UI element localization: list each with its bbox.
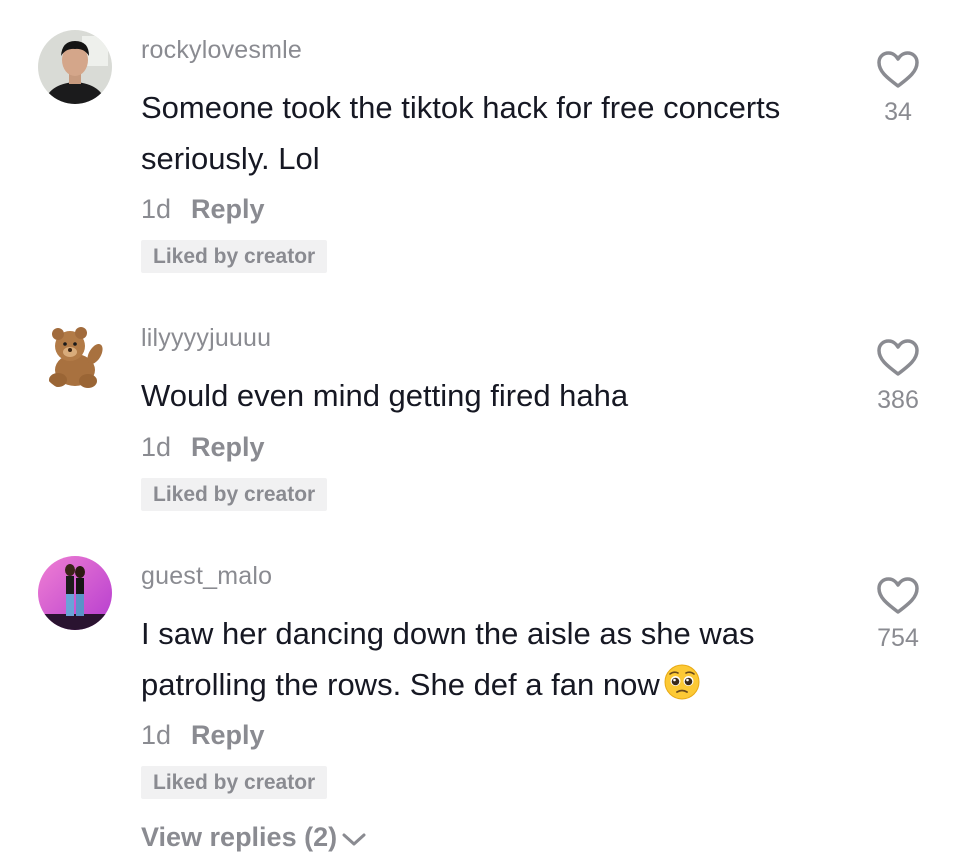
heart-outline-icon[interactable] — [876, 576, 920, 616]
comment-age: 1d — [141, 194, 172, 224]
comment-text: I saw her dancing down the aisle as she … — [141, 608, 841, 710]
comment-text-content: I saw her dancing down the aisle as she … — [141, 616, 755, 702]
avatar[interactable] — [38, 30, 112, 104]
avatar[interactable] — [38, 556, 112, 630]
view-replies-label: View replies (2) — [141, 822, 338, 852]
liked-by-creator-badge: Liked by creator — [141, 478, 328, 511]
comment-text: Someone took the tiktok hack for free co… — [141, 90, 781, 176]
liked-by-creator-badge: Liked by creator — [141, 240, 328, 273]
comment-meta: 1d Reply — [141, 432, 265, 463]
heart-outline-icon[interactable] — [876, 50, 920, 90]
liked-by-creator-badge: Liked by creator — [141, 766, 328, 799]
comment-username[interactable]: rockylovesmle — [141, 36, 302, 65]
comment-username[interactable]: lilyyyyjuuuu — [141, 324, 271, 353]
chevron-down-icon — [342, 833, 366, 846]
heart-outline-icon[interactable] — [876, 338, 920, 378]
pleading-face-emoji — [664, 664, 700, 700]
like-control: 754 — [868, 576, 928, 653]
avatar[interactable] — [38, 318, 112, 392]
comment-meta: 1d Reply — [141, 194, 265, 225]
like-count: 386 — [877, 386, 919, 414]
comment-age: 1d — [141, 720, 172, 750]
comment-meta: 1d Reply — [141, 720, 265, 751]
like-count: 754 — [877, 624, 919, 652]
comment-age: 1d — [141, 432, 172, 462]
view-replies-button[interactable]: View replies (2) — [141, 822, 367, 853]
like-control: 34 — [868, 50, 928, 127]
reply-button[interactable]: Reply — [191, 720, 265, 750]
comment-text: Would even mind getting fired haha — [141, 378, 629, 413]
reply-button[interactable]: Reply — [191, 432, 265, 462]
reply-button[interactable]: Reply — [191, 194, 265, 224]
like-count: 34 — [884, 98, 912, 126]
like-control: 386 — [868, 338, 928, 415]
comment-username[interactable]: guest_malo — [141, 562, 272, 591]
